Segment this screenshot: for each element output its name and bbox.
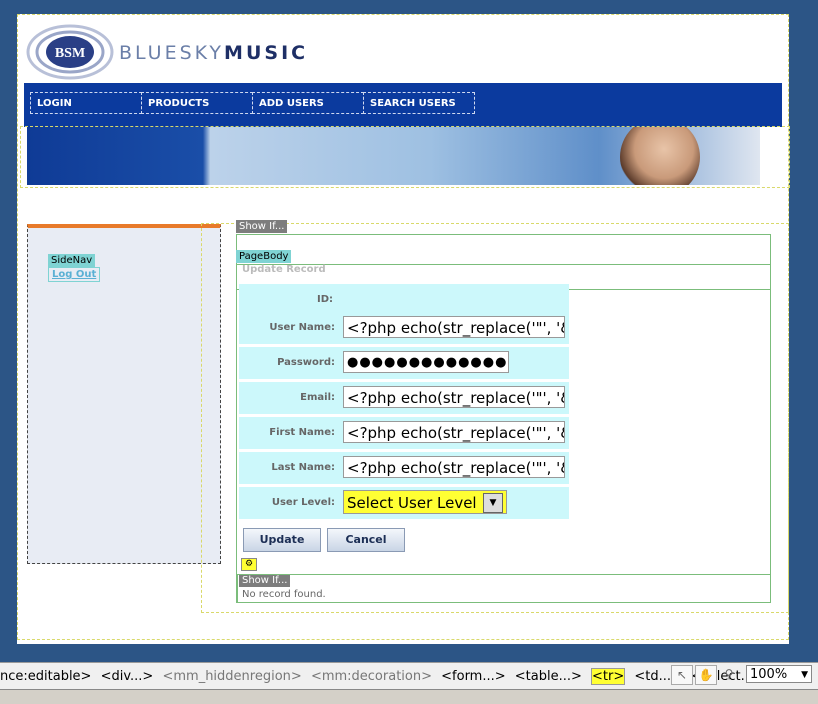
script-marker-icon[interactable]: ⚙ [241,558,258,571]
dropdown-arrow-icon[interactable]: ▼ [483,493,503,513]
update-button[interactable]: Update [243,528,321,552]
brand-name: BLUESKYMUSIC [119,42,308,64]
zoom-tool-icon[interactable]: ⚲ [719,665,739,683]
no-record-text: No record found. [242,589,326,600]
crumb-table[interactable]: <table...> [515,669,582,684]
cancel-button[interactable]: Cancel [327,528,405,552]
zoom-select[interactable]: 100% ▼ [746,665,812,683]
crumb-tr[interactable]: <tr> [591,668,626,685]
zoom-value: 100% [750,667,788,682]
nav-login[interactable]: LOGIN [30,92,142,114]
form-row-firstname: First Name: <?php echo(str_replace('"', … [239,417,569,449]
username-input[interactable]: <?php echo(str_replace('"', '&quot;', $r… [343,316,565,338]
form-row-userlevel: User Level: Select User Level ▼ [239,487,569,519]
show-if-tag: Show If... [236,220,288,233]
userlevel-value: Select User Level [347,494,477,512]
sidenav-tag: SideNav [48,254,96,267]
sidebar: SideNav Log Out [27,224,221,564]
nav-add-users[interactable]: ADD USERS [252,92,364,114]
zoom-chevron-icon: ▼ [801,670,808,680]
hand-tool-icon[interactable]: ✋ [695,665,717,685]
crumb-div[interactable]: <div...> [101,669,154,684]
crumb-form[interactable]: <form...> [441,669,506,684]
lastname-input[interactable]: <?php echo(str_replace('"', '&quot;', $r… [343,456,565,478]
main-navbar: LOGIN PRODUCTS ADD USERS SEARCH USERS [24,83,782,127]
password-input[interactable]: ●●●●●●●●●●●●●●●● [343,351,509,373]
pagebody-tag: PageBody [236,250,292,263]
nav-products[interactable]: PRODUCTS [141,92,253,114]
firstname-input[interactable]: <?php echo(str_replace('"', '&quot;', $r… [343,421,565,443]
email-input[interactable]: <?php echo(str_replace('"', '&quot;', $r… [343,386,565,408]
userlevel-label: User Level: [271,497,335,508]
username-label: User Name: [269,322,335,333]
form-row-email: Email: <?php echo(str_replace('"', '&quo… [239,382,569,414]
window-bottom-bar [0,689,818,704]
crumb-editable[interactable]: nce:editable> [0,669,91,684]
design-canvas: BSM BLUESKYMUSIC LOGIN PRODUCTS ADD USER… [17,14,790,644]
banner-photo [620,127,700,185]
firstname-label: First Name: [269,427,335,438]
logout-link[interactable]: Log Out [48,267,101,282]
update-record-label: Update Record [242,264,326,275]
form-row-password: Password: ●●●●●●●●●●●●●●●● [239,347,569,379]
svg-text:BSM: BSM [55,46,85,61]
crumb-hiddenregion[interactable]: <mm_hiddenregion> [162,669,301,684]
bsm-logo: BSM [26,24,114,80]
brand-suffix: MUSIC [224,42,309,64]
nav-search-users[interactable]: SEARCH USERS [363,92,475,114]
form-row-lastname: Last Name: <?php echo(str_replace('"', '… [239,452,569,484]
lastname-label: Last Name: [271,462,335,473]
pointer-tool-icon[interactable]: ↖ [671,665,693,685]
userlevel-select[interactable]: Select User Level ▼ [343,490,507,514]
header-banner [27,127,760,185]
id-label: ID: [316,294,333,305]
email-label: Email: [300,392,335,403]
form-row-username: User Name: <?php echo(str_replace('"', '… [239,312,569,344]
brand-prefix: BLUESKY [119,42,225,64]
password-label: Password: [277,357,335,368]
crumb-decoration[interactable]: <mm:decoration> [311,669,432,684]
